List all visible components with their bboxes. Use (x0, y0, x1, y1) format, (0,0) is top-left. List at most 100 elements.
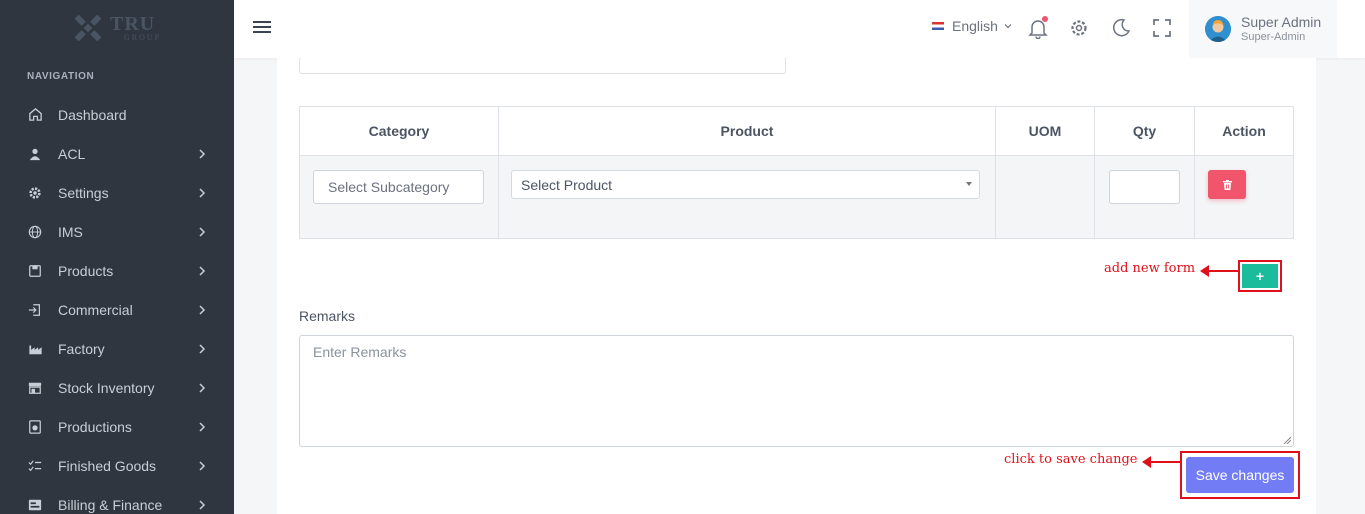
sidebar-item-billing-finance[interactable]: Billing & Finance (0, 485, 234, 514)
fullscreen-button[interactable] (1151, 17, 1173, 39)
uom-cell (996, 156, 1095, 239)
home-icon (27, 107, 43, 123)
subcategory-input[interactable]: Select Subcategory (313, 170, 484, 204)
add-row-button[interactable]: + (1242, 264, 1278, 288)
partial-input-field[interactable] (299, 58, 786, 74)
user-profile-menu[interactable]: Super Admin Super-Admin (1189, 0, 1337, 58)
column-header-product: Product (499, 107, 996, 155)
sidebar-item-label: Billing & Finance (58, 496, 163, 513)
product-cell: Select Product (499, 156, 996, 239)
remarks-label: Remarks (299, 308, 356, 324)
sidebar-item-commercial[interactable]: Commercial (0, 290, 234, 329)
qty-input[interactable] (1109, 170, 1180, 204)
annotation-arrow (1142, 456, 1182, 468)
fullscreen-icon (1153, 19, 1171, 37)
chevron-right-icon (199, 265, 206, 276)
sidebar-item-dashboard[interactable]: Dashboard (0, 95, 234, 134)
sidebar-item-acl[interactable]: ACL (0, 134, 234, 173)
highlight-box: Save changes (1180, 451, 1300, 499)
us-flag-icon (932, 22, 944, 30)
chevron-right-icon (199, 460, 206, 471)
sidebar-item-label: Factory (58, 340, 105, 357)
chevron-down-icon (1004, 24, 1012, 29)
chevron-right-icon (199, 382, 206, 393)
moon-icon (1113, 18, 1131, 37)
save-changes-button[interactable]: Save changes (1186, 457, 1294, 493)
sidebar-item-label: Dashboard (58, 106, 127, 123)
chevron-right-icon (199, 343, 206, 354)
dropdown-arrow-icon (966, 182, 972, 186)
chevron-right-icon (199, 187, 206, 198)
product-select-value: Select Product (521, 176, 613, 193)
language-label: English (952, 18, 998, 34)
chevron-right-icon (199, 421, 206, 432)
sidebar-item-finished-goods[interactable]: Finished Goods (0, 446, 234, 485)
chevron-right-icon (199, 148, 206, 159)
checklist-icon (27, 458, 43, 474)
sidebar-item-label: Products (58, 262, 114, 279)
column-header-action: Action (1222, 123, 1266, 139)
dark-mode-toggle[interactable] (1110, 17, 1132, 39)
notifications-button[interactable] (1027, 16, 1049, 40)
chevron-right-icon (199, 304, 206, 315)
remarks-placeholder: Enter Remarks (313, 344, 407, 360)
sidebar-item-label: IMS (58, 223, 83, 240)
delete-row-button[interactable] (1208, 170, 1246, 199)
sidebar-item-ims[interactable]: IMS (0, 212, 234, 251)
billing-icon (27, 497, 43, 513)
factory-icon (27, 341, 43, 357)
product-select[interactable]: Select Product (511, 170, 980, 199)
column-header-qty: Qty (1095, 107, 1195, 155)
sidebar-item-label: Productions (58, 418, 132, 435)
sidebar-item-label: Stock Inventory (58, 379, 155, 396)
sidebar-item-productions[interactable]: Productions (0, 407, 234, 446)
user-role: Super-Admin (1241, 30, 1306, 43)
box-icon (27, 263, 43, 279)
gear-icon (1071, 20, 1087, 36)
notification-badge (1042, 16, 1048, 22)
highlight-box: + (1238, 260, 1282, 292)
user-icon (27, 146, 43, 162)
column-header-uom: UOM (996, 107, 1095, 155)
topbar: English Super Admin Super-Admin (234, 0, 1365, 58)
chevron-right-icon (199, 499, 206, 510)
logo-text: TRU GROUP (110, 13, 162, 42)
sidebar-item-label: Commercial (58, 301, 133, 318)
chevron-right-icon (199, 226, 206, 237)
store-icon (27, 380, 43, 396)
language-selector[interactable]: English (932, 18, 1012, 34)
annotation-add-form: add new form (1104, 261, 1196, 276)
table-row: Select Subcategory Select Product (300, 155, 1293, 239)
sidebar-item-label: ACL (58, 145, 86, 162)
user-name: Super Admin (1241, 14, 1322, 30)
annotation-save: click to save change (1004, 452, 1138, 467)
category-cell: Select Subcategory (300, 156, 499, 239)
hamburger-menu-icon[interactable] (253, 19, 271, 35)
nav-list: Dashboard ACL Settings IMS Products Comm… (0, 95, 234, 514)
brand-logo[interactable]: TRU GROUP (70, 8, 170, 48)
production-icon (27, 419, 43, 435)
action-cell (1195, 156, 1293, 239)
resize-handle-icon[interactable] (1283, 436, 1291, 444)
login-icon (27, 302, 43, 318)
gear-icon (27, 185, 43, 201)
items-table: Category Product UOM Qty Action Select S… (299, 106, 1294, 239)
sidebar-item-settings[interactable]: Settings (0, 173, 234, 212)
settings-button[interactable] (1068, 17, 1090, 39)
globe-icon (27, 224, 43, 240)
annotation-arrow (1200, 265, 1239, 277)
qty-cell (1095, 156, 1195, 239)
logo-mark-icon (70, 10, 106, 46)
sidebar-item-label: Settings (58, 184, 109, 201)
sidebar-item-factory[interactable]: Factory (0, 329, 234, 368)
column-header-category: Category (300, 107, 499, 155)
sidebar: TRU GROUP NAVIGATION Dashboard ACL Setti… (0, 0, 234, 514)
nav-heading: NAVIGATION (27, 71, 95, 82)
avatar (1205, 16, 1231, 42)
subcategory-placeholder: Select Subcategory (328, 179, 450, 195)
remarks-textarea[interactable]: Enter Remarks (299, 335, 1294, 447)
trash-icon (1222, 179, 1232, 190)
sidebar-item-stock-inventory[interactable]: Stock Inventory (0, 368, 234, 407)
sidebar-item-label: Finished Goods (58, 457, 157, 474)
sidebar-item-products[interactable]: Products (0, 251, 234, 290)
